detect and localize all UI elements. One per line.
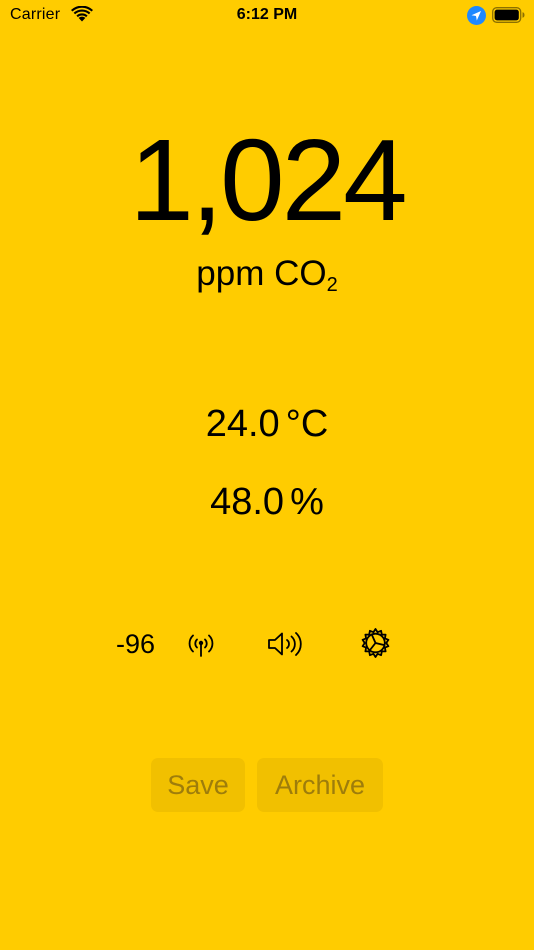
humidity-unit: % <box>290 481 324 523</box>
temperature-reading: 24.0 °C <box>0 402 534 446</box>
status-bar: Carrier 6:12 PM <box>0 0 534 30</box>
co2-unit-subscript: 2 <box>326 274 338 296</box>
antenna-icon[interactable] <box>186 630 216 658</box>
gear-icon[interactable] <box>359 627 392 660</box>
clock: 6:12 PM <box>236 6 298 23</box>
archive-button[interactable]: Archive <box>257 758 383 812</box>
speaker-icon[interactable] <box>267 630 307 658</box>
temperature-unit: °C <box>285 403 329 445</box>
humidity-value: 48.0 <box>210 481 285 523</box>
humidity-reading: 48.0% <box>0 480 534 524</box>
co2-unit-label: ppm CO2 <box>0 252 534 307</box>
temperature-value: 24.0 <box>205 403 280 445</box>
co2-unit-prefix: ppm CO <box>196 254 327 293</box>
save-button[interactable]: Save <box>151 758 245 812</box>
rssi-value: -96 <box>116 629 156 659</box>
co2-value: 1,024 <box>129 115 407 245</box>
battery-icon <box>492 7 525 23</box>
location-icon <box>467 6 486 25</box>
